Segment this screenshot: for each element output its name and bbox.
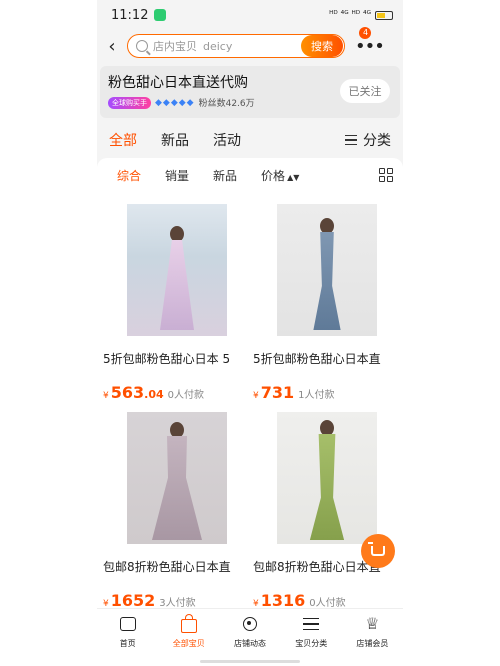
battery-icon	[375, 10, 393, 20]
classify-label: 分类	[363, 133, 391, 149]
price-row: ¥ 563.04 0人付款	[103, 383, 251, 402]
product-card[interactable]: 5折包邮粉色甜心日本 5 ¥ 563.04 0人付款	[103, 204, 251, 402]
price-row: ¥ 731 1人付款	[253, 383, 401, 402]
tab-activity[interactable]: 活动	[213, 130, 241, 150]
status-time: 11:12	[111, 7, 149, 23]
product-title: 5折包邮粉色甜心日本直	[253, 352, 381, 366]
sort-price[interactable]: 价格 ▲▼	[261, 167, 299, 184]
product-card[interactable]: 5折包邮粉色甜心日本直 ¥ 731 1人付款	[253, 204, 401, 402]
product-title: 包邮8折粉色甜心日本直	[103, 560, 231, 574]
shop-fans: 粉丝数42.6万	[198, 99, 255, 109]
sold-count: 0人付款	[167, 390, 205, 401]
classify-button[interactable]: 分类	[345, 130, 391, 150]
more-menu-icon[interactable]: ••• 4	[355, 26, 385, 57]
currency-symbol: ¥	[103, 391, 109, 401]
sort-price-label: 价格	[261, 168, 286, 183]
live-icon	[241, 615, 259, 633]
nav-home[interactable]: 首页	[97, 609, 158, 666]
search-input[interactable]: 店内宝贝 deicy 搜索	[127, 34, 345, 58]
nav-membership[interactable]: ♕ 店铺会员	[342, 609, 403, 666]
sort-new[interactable]: 新品	[213, 167, 237, 184]
status-bar: 11:12 ᴴᴰ ⁴ᴳ ᴴᴰ ⁴ᴳ	[97, 0, 403, 30]
product-image[interactable]	[277, 204, 377, 336]
sort-default[interactable]: 综合	[117, 167, 141, 184]
currency-symbol: ¥	[253, 391, 259, 401]
search-row: ‹ 店内宝贝 deicy 搜索 ••• 4	[97, 26, 403, 60]
sold-count: 3人付款	[159, 598, 196, 609]
status-indicators: ᴴᴰ ⁴ᴳ ᴴᴰ ⁴ᴳ	[329, 10, 393, 20]
nav-shop-updates[interactable]: 店铺动态	[219, 609, 280, 666]
product-area: 综合 销量 新品 价格 ▲▼ 5折包邮粉色甜心日本 5 ¥ 563.04 0人付款	[97, 158, 403, 610]
grid-view-icon[interactable]	[379, 168, 393, 182]
price-decimal: .04	[144, 388, 164, 401]
nav-label: 店铺动态	[234, 639, 266, 648]
product-image[interactable]	[127, 204, 227, 336]
search-scope-label: 店内宝贝	[153, 40, 197, 53]
nav-categories[interactable]: 宝贝分类	[281, 609, 342, 666]
price-integer: 563	[110, 383, 145, 402]
notification-badge: 4	[359, 26, 371, 39]
message-icon	[154, 9, 167, 21]
category-icon	[302, 615, 320, 633]
product-card[interactable]: 包邮8折粉色甜心日本直 ¥ 1652 3人付款	[103, 412, 251, 610]
nav-label: 全部宝贝	[172, 639, 205, 648]
sold-count: 0人付款	[309, 598, 346, 609]
search-button[interactable]: 搜索	[301, 35, 343, 57]
product-title: 5折包邮粉色甜心日本 5	[103, 352, 231, 366]
nav-label: 店铺会员	[356, 639, 389, 648]
back-arrow-icon[interactable]: ‹	[97, 36, 127, 57]
home-icon	[119, 615, 137, 633]
signal-indicator: ᴴᴰ ⁴ᴳ ᴴᴰ ⁴ᴳ	[329, 10, 371, 20]
price-integer: 731	[260, 383, 295, 402]
home-indicator	[200, 660, 300, 663]
search-text: 店内宝贝 deicy	[153, 38, 301, 54]
list-icon	[345, 135, 357, 145]
sold-count: 1人付款	[298, 390, 335, 401]
product-price: 563.04	[111, 383, 164, 402]
nav-label: 宝贝分类	[295, 639, 328, 648]
shop-tag-badge: 全球购买手	[108, 96, 151, 109]
nav-label: 首页	[119, 639, 136, 648]
sort-bar: 综合 销量 新品 价格 ▲▼	[97, 158, 403, 192]
cart-icon	[368, 542, 385, 556]
tab-new[interactable]: 新品	[161, 130, 189, 150]
phone-screen: 11:12 ᴴᴰ ⁴ᴳ ᴴᴰ ⁴ᴳ ‹ 店内宝贝 deicy 搜索 ••• 4 粉…	[97, 0, 403, 666]
follow-button[interactable]: 已关注	[340, 79, 390, 103]
shop-level-icons: ◆◆◆◆◆	[155, 97, 195, 108]
product-card[interactable]: 包邮8折粉色甜心日本直 ¥ 1316 0人付款	[253, 412, 401, 610]
sort-sales[interactable]: 销量	[165, 167, 189, 184]
tab-all[interactable]: 全部	[109, 130, 137, 150]
search-icon	[136, 40, 148, 52]
cart-floating-button[interactable]	[361, 534, 395, 568]
category-tabs: 全部 新品 活动 分类	[97, 126, 403, 154]
product-image[interactable]	[127, 412, 227, 544]
shop-header[interactable]: 粉色甜心日本直送代购 全球购买手 ◆◆◆◆◆ 粉丝数42.6万 已关注	[100, 66, 400, 118]
bottom-nav: 首页 全部宝贝 店铺动态 宝贝分类 ♕ 店铺会员	[97, 608, 403, 666]
bag-icon	[180, 613, 198, 633]
nav-all-products[interactable]: 全部宝贝	[158, 609, 219, 666]
sort-arrows-icon: ▲▼	[287, 172, 300, 182]
product-price: 731	[261, 383, 294, 402]
search-query: deicy	[203, 40, 233, 53]
crown-icon: ♕	[365, 614, 380, 633]
product-image[interactable]	[277, 412, 377, 544]
